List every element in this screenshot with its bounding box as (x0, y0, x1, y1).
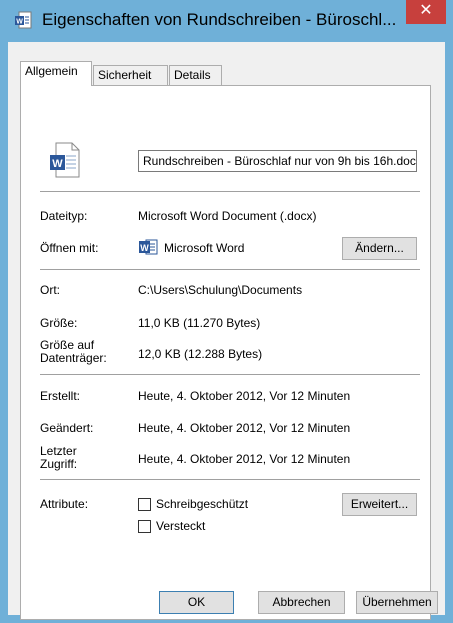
dialog-client-area: Allgemein Sicherheit Details W Rundschre… (8, 42, 445, 620)
abbrechen-button[interactable]: Abbrechen (258, 591, 345, 614)
separator (40, 191, 420, 192)
microsoft-word-icon: W (139, 239, 158, 255)
separator (40, 374, 420, 375)
svg-text:W: W (52, 158, 63, 170)
dateityp-value: Microsoft Word Document (.docx) (138, 209, 317, 223)
versteckt-checkbox[interactable] (138, 520, 151, 533)
versteckt-label[interactable]: Versteckt (156, 519, 205, 533)
separator (40, 479, 420, 480)
tab-details[interactable]: Details (169, 65, 222, 85)
groesse-value: 11,0 KB (11.270 Bytes) (138, 316, 261, 330)
svg-text:W: W (16, 19, 23, 26)
ok-button[interactable]: OK (159, 591, 234, 614)
groesse-auf-label-line1: Größe auf (40, 338, 95, 352)
ort-label: Ort: (40, 283, 60, 297)
uebernehmen-button[interactable]: Übernehmen (356, 591, 438, 614)
erstellt-label: Erstellt: (40, 389, 81, 403)
schreibgeschuetzt-checkbox[interactable] (138, 498, 151, 511)
tab-allgemein[interactable]: Allgemein (20, 61, 92, 86)
attribute-label: Attribute: (40, 497, 89, 511)
schreibgeschuetzt-label[interactable]: Schreibgeschützt (156, 497, 248, 511)
oeffnen-mit-value: Microsoft Word (164, 241, 245, 255)
tab-sicherheit[interactable]: Sicherheit (93, 65, 168, 85)
properties-dialog: W Eigenschaften von Rundschreiben - Büro… (0, 0, 453, 623)
word-document-large-icon: W (50, 142, 80, 178)
close-button[interactable]: ✕ (406, 0, 446, 24)
svg-text:W: W (140, 243, 149, 253)
separator (40, 269, 420, 270)
close-icon: ✕ (419, 2, 433, 19)
aendern-button[interactable]: Ändern... (342, 237, 417, 260)
dateityp-label: Dateityp: (40, 209, 88, 223)
groesse-label: Größe: (40, 316, 78, 330)
word-document-icon: W (15, 11, 32, 29)
filename-field[interactable]: Rundschreiben - Büroschlaf nur von 9h bi… (138, 150, 417, 172)
window-title: Eigenschaften von Rundschreiben - Bürosc… (42, 10, 397, 29)
letzter-zugriff-value: Heute, 4. Oktober 2012, Vor 12 Minuten (138, 452, 351, 466)
geaendert-value: Heute, 4. Oktober 2012, Vor 12 Minuten (138, 421, 351, 435)
letzter-zugriff-label-line1: Letzter (40, 444, 77, 458)
letzter-zugriff-label-line2: Zugriff: (40, 457, 78, 471)
groesse-auf-value: 12,0 KB (12.288 Bytes) (138, 347, 263, 361)
title-bar[interactable]: W Eigenschaften von Rundschreiben - Büro… (0, 0, 453, 42)
erweitert-button[interactable]: Erweitert... (342, 493, 417, 516)
oeffnen-mit-label: Öffnen mit: (40, 241, 99, 255)
general-tab-panel: W Rundschreiben - Büroschlaf nur von 9h … (20, 85, 431, 620)
groesse-auf-label-line2: Datenträger: (40, 351, 107, 365)
erstellt-value: Heute, 4. Oktober 2012, Vor 12 Minuten (138, 389, 351, 403)
geaendert-label: Geändert: (40, 421, 94, 435)
ort-value: C:\Users\Schulung\Documents (138, 283, 303, 297)
